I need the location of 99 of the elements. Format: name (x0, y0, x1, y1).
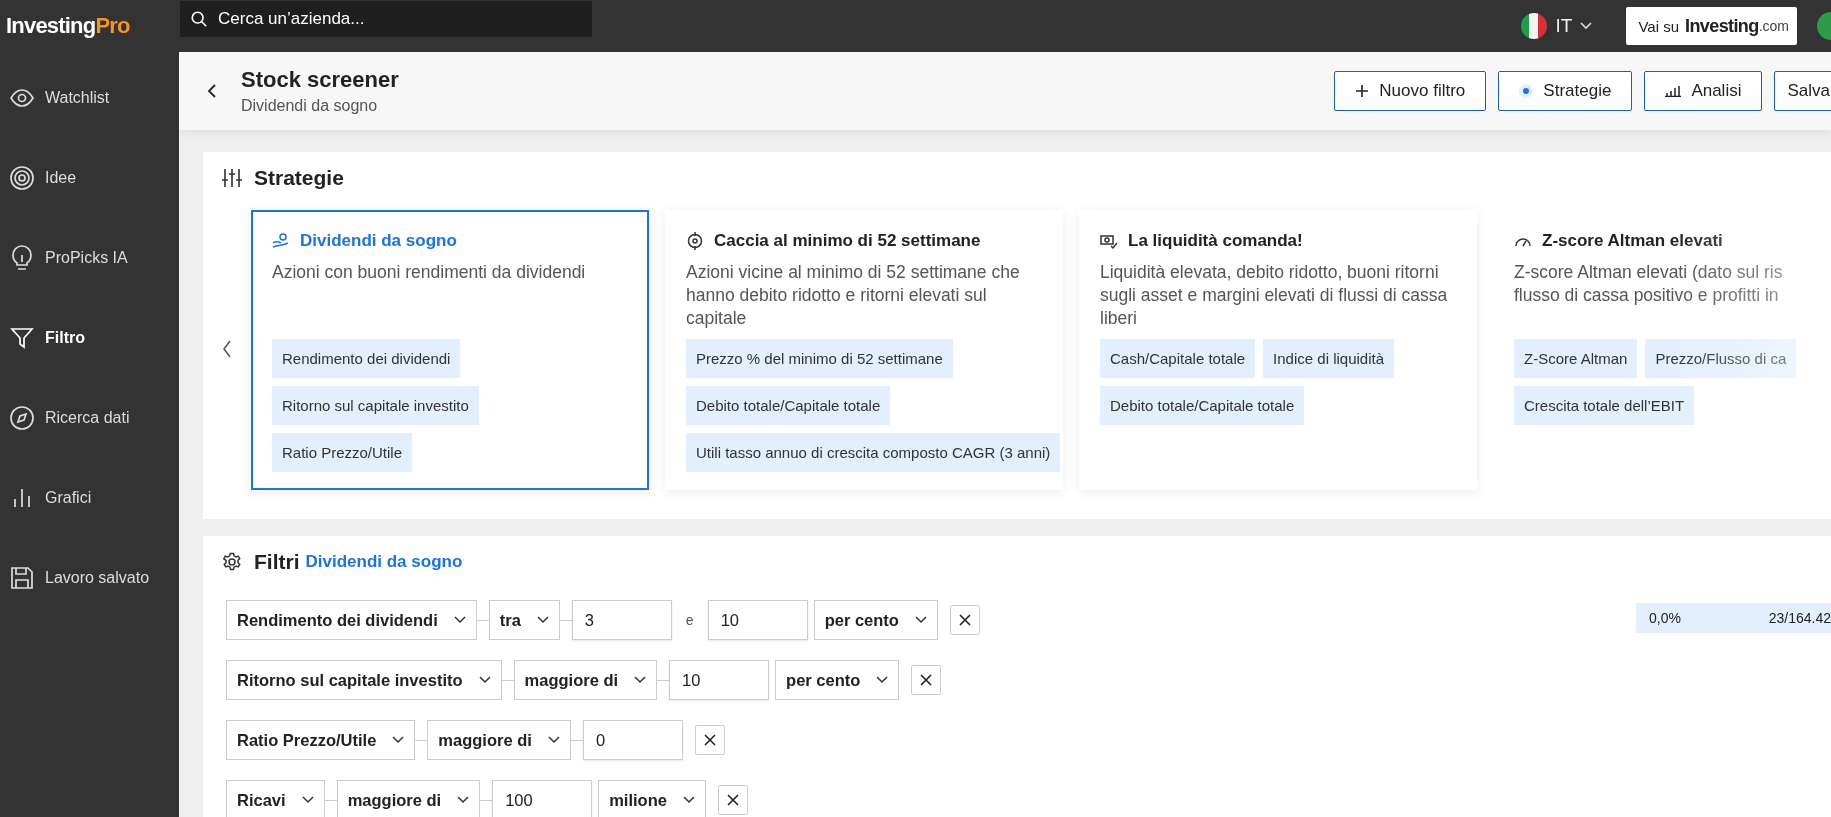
site-link[interactable]: Vai su Investing.com (1626, 7, 1797, 45)
joiner-text: e (685, 612, 694, 628)
target-icon (9, 165, 35, 191)
plus-icon (1355, 84, 1370, 98)
flag-icon (1519, 12, 1548, 40)
value-field[interactable]: 10 (669, 660, 770, 700)
strategy-card[interactable]: Dividendi da sogno Azioni con buoni rendimenti da dividendi Rendimento dei dividendi Ritorno sul capitale investito Ratio Prezzo/Utile (251, 210, 649, 490)
metric-tag: Ritorno sul capitale investito (272, 386, 479, 425)
strategy-link[interactable]: Dividendi da sogno (305, 552, 463, 572)
caret-icon (453, 616, 466, 624)
close-icon (920, 674, 933, 686)
value-field[interactable]: 10 (707, 600, 808, 640)
bar-chart-icon (1665, 85, 1682, 97)
operator-dropdown[interactable]: tra (488, 600, 560, 640)
compass-icon (9, 405, 35, 431)
caret-icon (547, 736, 560, 744)
chevron-left-icon[interactable] (222, 340, 232, 358)
card-title: La liquidità comanda! (1128, 231, 1303, 251)
metric-tag: Z-Score Altman (1514, 339, 1638, 378)
metric-tag: Rendimento dei dividendi (272, 339, 461, 378)
unit-dropdown[interactable]: per cento (813, 600, 938, 640)
operator-dropdown[interactable]: maggiore di (336, 780, 481, 817)
language-selector[interactable]: IT (1519, 12, 1593, 40)
metric-tag: Ratio Prezzo/Utile (272, 433, 413, 472)
card-description: Z-score Altman elevati (dato sul ris flusso di cassa positivo e profitti in (1514, 261, 1784, 307)
funnel-icon (9, 325, 35, 351)
search-icon (190, 10, 208, 28)
panel-title: Strategie (254, 166, 344, 190)
card-description: Azioni con buoni rendimenti da dividendi (272, 261, 587, 284)
value-field[interactable]: 0 (582, 720, 683, 760)
value-field[interactable]: 100 (492, 780, 593, 817)
back-icon[interactable] (207, 84, 217, 98)
sidebar-item[interactable]: Watchlist (0, 58, 179, 138)
result-share: 0,0% (1649, 610, 1681, 626)
card-title: Z-score Altman elevati (1542, 231, 1723, 251)
field-dropdown[interactable]: Ricavi (226, 780, 325, 817)
sliders-icon (222, 168, 242, 188)
caret-icon (876, 676, 889, 684)
sidebar-item[interactable]: Filtro (0, 298, 179, 378)
value-field[interactable]: 3 (571, 600, 672, 640)
caret-icon (1580, 22, 1593, 30)
sidebar-item[interactable]: ProPicks IA (0, 218, 179, 298)
header-button[interactable]: Analisi (1644, 71, 1763, 111)
coin-hand-icon (272, 232, 290, 250)
card-description: Azioni vicine al minimo di 52 settimane che hanno debito ridotto e ritorni elevati sul capitale (686, 261, 1021, 330)
remove-button[interactable] (717, 785, 748, 815)
caret-icon (392, 736, 405, 744)
strategy-card[interactable]: La liquidità comanda! Liquidità elevata, debito ridotto, buoni ritorni sugli asset e margini elevati di flussi di cassa liberi Cash/Capitale totale Indice di liquidità Debito totale/Capitale totale (1079, 210, 1477, 490)
logo[interactable]: InvestingPro (0, 13, 180, 39)
panel-title: Filtri (254, 550, 300, 574)
metric-tag: Indice di liquidità (1263, 339, 1394, 378)
sidebar-item[interactable]: Ricerca dati (0, 378, 179, 458)
page-title: Stock screener (241, 67, 399, 93)
metric-tag: Cash/Capitale totale (1100, 339, 1256, 378)
cash-icon (1100, 232, 1118, 250)
header-button[interactable]: Nuovo filtro (1334, 71, 1487, 111)
operator-dropdown[interactable]: maggiore di (513, 660, 658, 700)
field-dropdown[interactable]: Ratio Prezzo/Utile (226, 720, 416, 760)
close-icon (958, 614, 971, 626)
sidebar-item[interactable]: Idee (0, 138, 179, 218)
caret-icon (634, 676, 647, 684)
caret-icon (301, 796, 314, 804)
sidebar-item[interactable]: Lavoro salvato (0, 538, 179, 618)
close-icon (703, 734, 716, 746)
caret-icon (457, 796, 470, 804)
metric-tag: Debito totale/Capitale totale (1100, 386, 1305, 425)
remove-button[interactable] (911, 665, 942, 695)
strategy-card[interactable] (665, 210, 1063, 490)
caret-icon (536, 616, 549, 624)
card-title: Caccia al minimo di 52 settimane (714, 231, 981, 251)
remove-button[interactable] (949, 605, 980, 635)
strategy-card[interactable]: Z-score Altman elevati Z-score Altman elevati (dato sul ris flusso di cassa positivo e profitti in Z-Score Altman Prezzo/Flusso di ca Crescita totale dell’EBIT (1493, 210, 1831, 490)
card-title: Dividendi da sogno (300, 231, 457, 251)
field-dropdown[interactable]: Ritorno sul capitale investito (226, 660, 502, 700)
metric-tag: Debito totale/Capitale totale (686, 386, 891, 425)
result-count: 23/164.42 (1768, 610, 1831, 626)
caret-icon (478, 676, 491, 684)
close-icon (726, 794, 739, 806)
toggle-button[interactable]: Strategie (1498, 71, 1633, 111)
remove-button[interactable] (694, 725, 725, 755)
metric-tag: Utili tasso annuo di crescita composto CAGR (3 anni) (686, 433, 1061, 472)
metric-tag: Crescita totale dell’EBIT (1514, 386, 1695, 425)
card-description: Liquidità elevata, debito ridotto, buoni ritorni sugli asset e margini elevati di flussi di cassa liberi (1100, 261, 1449, 330)
metric-tag: Prezzo/Flusso di ca (1645, 339, 1797, 378)
caret-icon (914, 616, 927, 624)
operator-dropdown[interactable]: maggiore di (427, 720, 571, 760)
search-field[interactable]: Cerca un’azienda... (180, 1, 592, 37)
metric-tag: Prezzo % del minimo di 52 settimane (686, 339, 953, 378)
unit-dropdown[interactable]: per cento (775, 660, 900, 700)
header-button[interactable]: Salva (1774, 71, 1831, 111)
settings-icon (222, 552, 242, 572)
sidebar-item[interactable]: Grafici (0, 458, 179, 538)
lightbulb-icon (9, 245, 35, 271)
avatar-icon[interactable] (1817, 12, 1831, 40)
page-subtitle: Dividendi da sogno (241, 97, 379, 115)
crosshair-icon (686, 232, 704, 250)
field-dropdown[interactable]: Rendimento dei dividendi (226, 600, 477, 640)
caret-icon (682, 796, 695, 804)
unit-dropdown[interactable]: milione (598, 780, 706, 817)
